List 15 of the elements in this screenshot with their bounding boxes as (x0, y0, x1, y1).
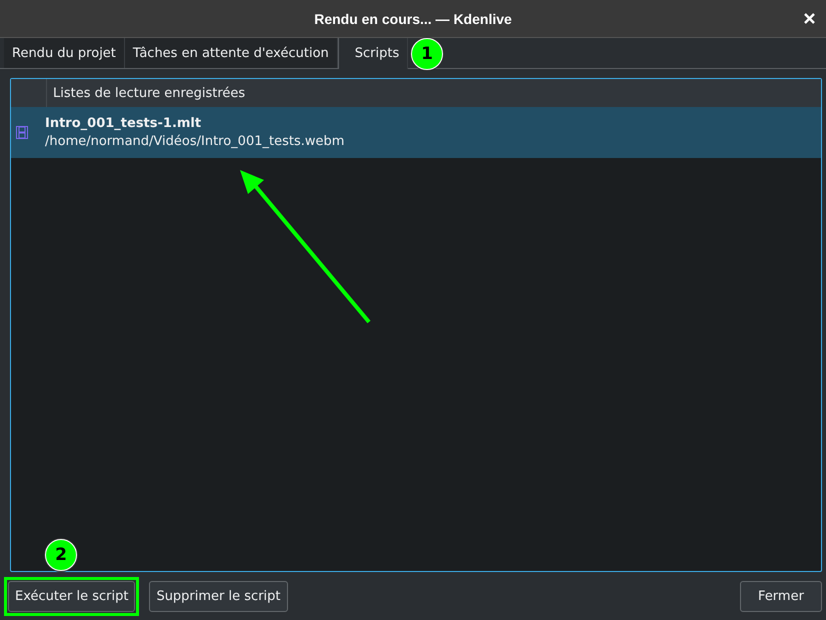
tab[interactable]: Scripts (338, 38, 408, 69)
playlist-row[interactable]: Intro_001_tests-1.mlt /home/normand/Vidéos/Intro_001_tests.webm (11, 107, 821, 158)
playlist-name: Intro_001_tests-1.mlt (45, 116, 202, 131)
arrow-icon (238, 170, 373, 325)
action-button[interactable]: Exécuter le script (8, 580, 136, 612)
window-title: Rendu en cours... — Kdenlive (314, 10, 512, 26)
column-header[interactable]: Listes de lecture enregistrées (47, 79, 246, 107)
close-button[interactable]: Fermer (740, 580, 822, 612)
tab[interactable]: Tâches en attente d'exécution (124, 38, 338, 68)
file-path: /home/normand/Vidéos/Intro_001_tests.webm (45, 134, 344, 149)
action-button[interactable]: Supprimer le script (149, 580, 288, 612)
callout-badge: 1 (411, 38, 443, 70)
film-icon (16, 126, 28, 139)
close-icon[interactable] (804, 13, 815, 24)
tab[interactable]: Rendu du projet (4, 38, 125, 68)
